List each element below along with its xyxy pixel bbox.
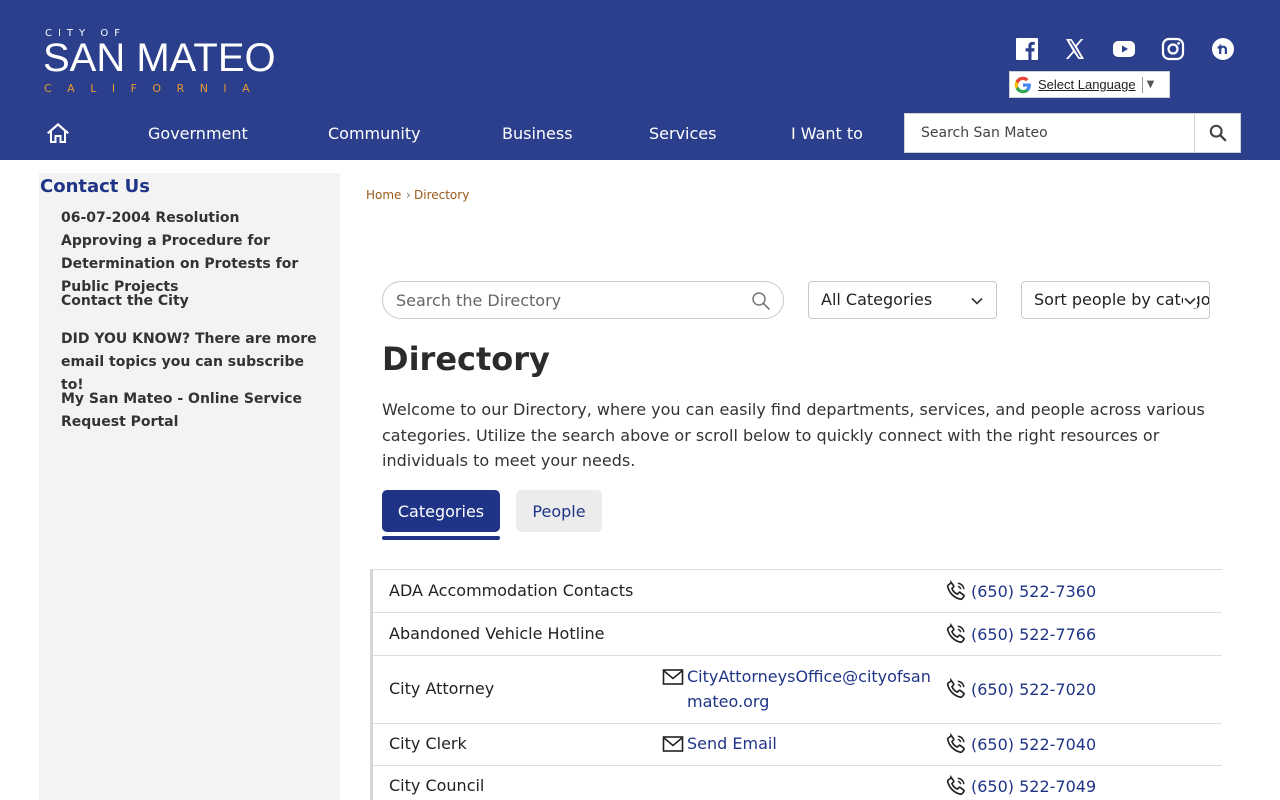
email-link[interactable]: Send Email <box>662 731 937 756</box>
nav-services[interactable]: Services <box>649 124 716 143</box>
category-select[interactable]: All Categories <box>808 281 997 319</box>
nextdoor-icon[interactable] <box>1211 37 1235 61</box>
phone-number: (650) 522-7049 <box>971 776 1097 796</box>
language-selector[interactable]: Select Language ▼ <box>1009 71 1170 98</box>
page-title: Directory <box>382 340 550 378</box>
sidebar-link-my-san-mateo[interactable]: My San Mateo - Online Service Request Po… <box>61 388 323 434</box>
breadcrumb-separator: › <box>406 188 411 202</box>
x-twitter-icon[interactable] <box>1063 37 1087 61</box>
breadcrumb-current[interactable]: Directory <box>414 188 469 202</box>
nav-community[interactable]: Community <box>328 124 421 143</box>
facebook-icon[interactable] <box>1015 37 1039 61</box>
table-row: City Council (650) 522-7049 <box>373 766 1222 800</box>
nav-i-want-to[interactable]: I Want to <box>791 124 863 143</box>
table-row: ADA Accommodation Contacts (650) 522-736… <box>373 570 1222 613</box>
logo-name: SAN MATEO <box>43 36 276 80</box>
category-select-value: All Categories <box>821 290 933 309</box>
instagram-icon[interactable] <box>1161 37 1185 61</box>
directory-search <box>382 281 784 319</box>
phone-number: (650) 522-7020 <box>971 679 1097 699</box>
email-address: Send Email <box>687 734 777 753</box>
search-icon[interactable] <box>751 291 771 311</box>
directory-search-input[interactable] <box>383 282 743 318</box>
category-name[interactable]: City Clerk <box>389 734 467 753</box>
google-icon <box>1014 76 1031 93</box>
phone-link[interactable]: (650) 522-7020 <box>945 678 1096 700</box>
email-link[interactable]: CityAttorneysOffice@cityofsanmateo.org <box>662 664 937 714</box>
phone-link[interactable]: (650) 522-7360 <box>945 580 1096 602</box>
logo-state: CALIFORNIA <box>44 82 266 95</box>
phone-link[interactable]: (650) 522-7040 <box>945 733 1096 755</box>
directory-table: ADA Accommodation Contacts (650) 522-736… <box>370 569 1222 800</box>
site-header: CITY OF SAN MATEO CALIFORNIA Select Lang… <box>0 0 1280 160</box>
table-row: City Attorney CityAttorneysOffice@cityof… <box>373 656 1222 724</box>
nav-government[interactable]: Government <box>148 124 248 143</box>
phone-link[interactable]: (650) 522-7766 <box>945 623 1096 645</box>
tab-active-indicator <box>382 536 500 540</box>
phone-link[interactable]: (650) 522-7049 <box>945 775 1096 797</box>
chevron-down-icon <box>1183 294 1197 308</box>
breadcrumb-home[interactable]: Home <box>366 188 401 202</box>
mail-icon <box>662 736 684 752</box>
site-search-input[interactable] <box>905 114 1195 152</box>
search-icon <box>1209 124 1226 142</box>
sidebar: Contact Us 06-07-2004 Resolution Approvi… <box>39 173 340 800</box>
sort-select[interactable]: Sort people by category <box>1021 281 1210 319</box>
chevron-down-icon <box>970 294 984 308</box>
phone-number: (650) 522-7766 <box>971 624 1097 644</box>
tab-categories[interactable]: Categories <box>382 490 500 532</box>
phone-icon <box>946 623 965 644</box>
youtube-icon[interactable] <box>1112 37 1136 61</box>
phone-icon <box>946 733 965 754</box>
tab-people[interactable]: People <box>516 490 602 532</box>
language-dropdown-arrow: ▼ <box>1146 79 1155 90</box>
email-address: CityAttorneysOffice@cityofsanmateo.org <box>687 667 931 711</box>
phone-icon <box>946 580 965 601</box>
category-name[interactable]: ADA Accommodation Contacts <box>389 581 633 600</box>
directory-intro: Welcome to our Directory, where you can … <box>382 400 1205 470</box>
phone-icon <box>946 678 965 699</box>
sidebar-link-did-you-know[interactable]: DID YOU KNOW? There are more email topic… <box>61 328 323 397</box>
table-row: City Clerk Send Email (650) 522-7040 <box>373 724 1222 766</box>
category-name[interactable]: Abandoned Vehicle Hotline <box>389 624 605 643</box>
sidebar-link-contact-city[interactable]: Contact the City <box>61 290 323 313</box>
sidebar-title[interactable]: Contact Us <box>40 176 150 197</box>
home-icon[interactable] <box>45 120 71 146</box>
site-search-button[interactable] <box>1194 114 1240 152</box>
phone-icon <box>946 775 965 796</box>
sidebar-link-resolution[interactable]: 06-07-2004 Resolution Approving a Proced… <box>61 207 323 299</box>
phone-number: (650) 522-7040 <box>971 734 1097 754</box>
language-label: Select Language <box>1038 77 1136 92</box>
site-search <box>904 113 1241 153</box>
phone-number: (650) 522-7360 <box>971 581 1097 601</box>
nav-business[interactable]: Business <box>502 124 573 143</box>
table-row: Abandoned Vehicle Hotline (650) 522-7766 <box>373 613 1222 656</box>
category-name[interactable]: City Attorney <box>389 679 494 698</box>
mail-icon <box>662 669 684 685</box>
category-name[interactable]: City Council <box>389 776 484 795</box>
language-separator <box>1141 76 1143 93</box>
